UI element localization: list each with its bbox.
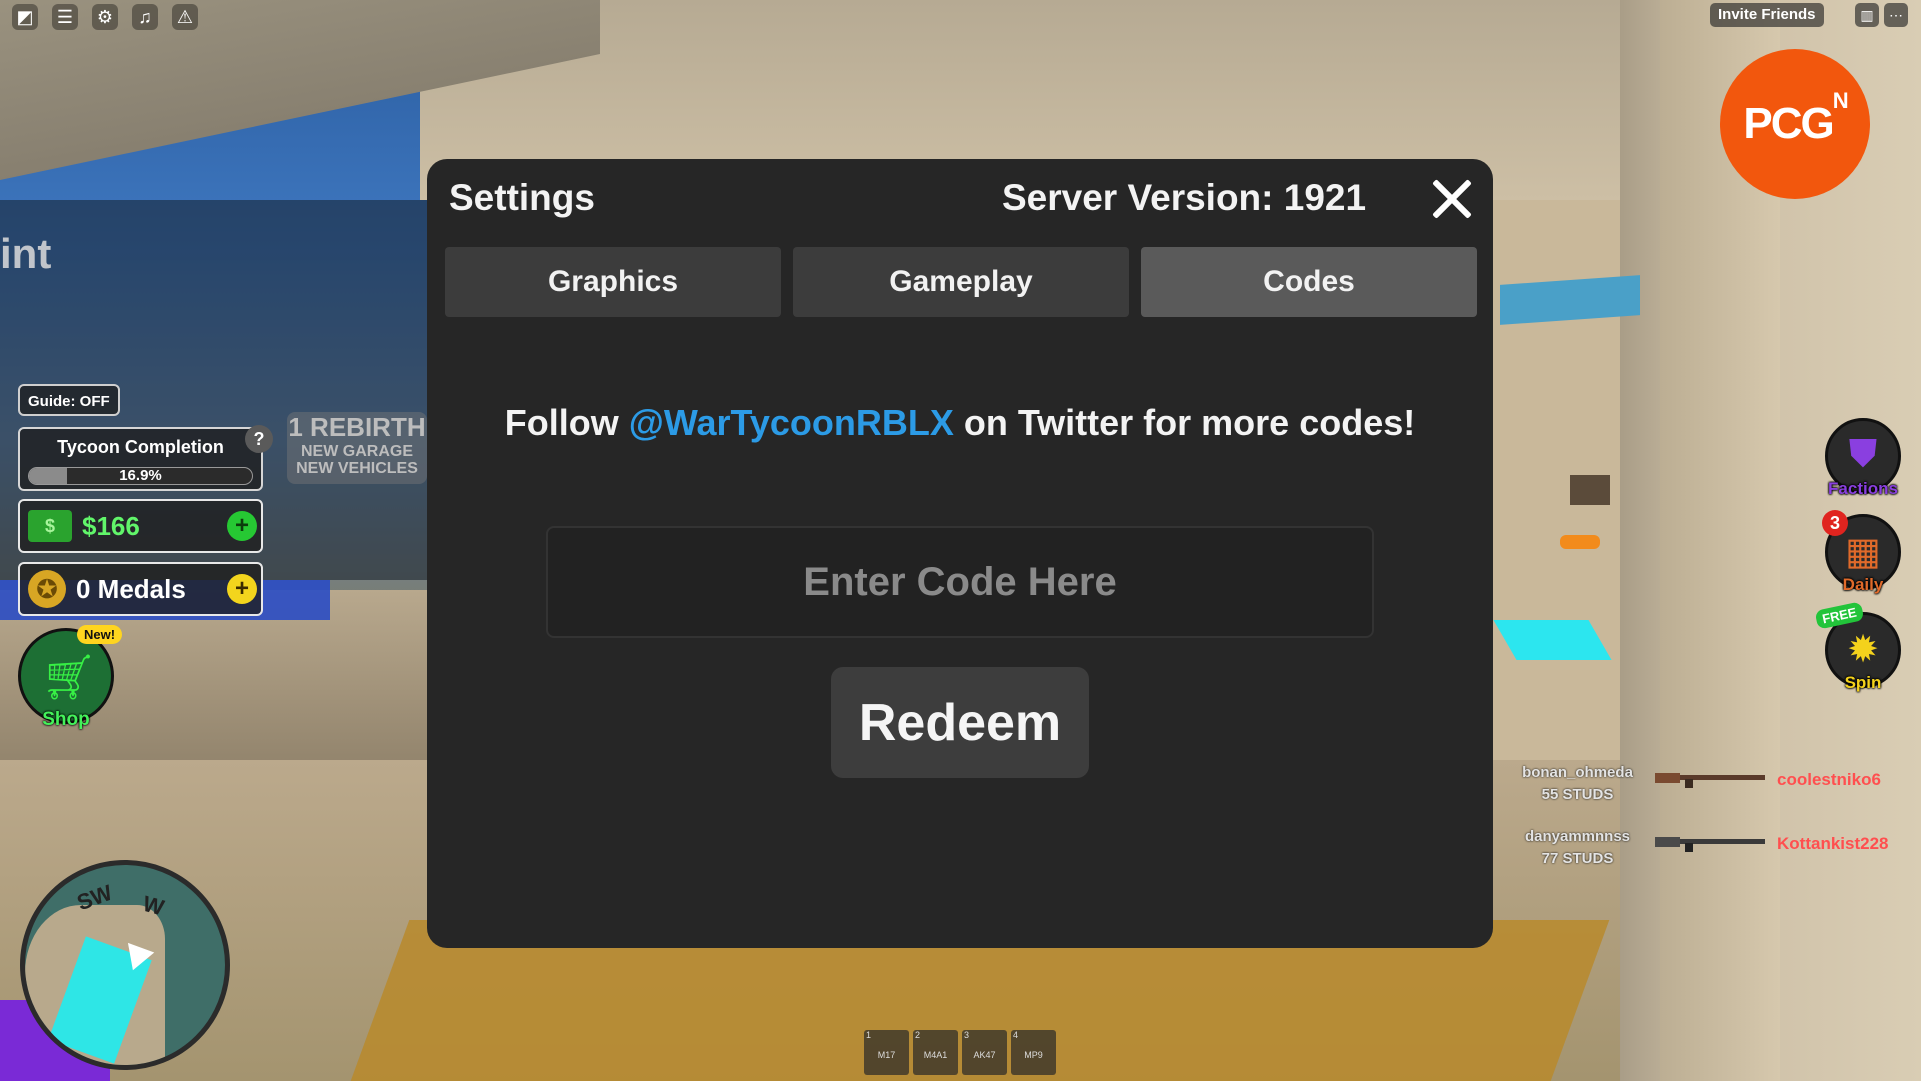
- rifle-icon: [1655, 773, 1765, 788]
- dialog-title: Settings: [449, 177, 595, 218]
- compass-w: W: [140, 890, 167, 921]
- medals-value: 0 Medals: [76, 573, 186, 604]
- buy-cash-button[interactable]: +: [227, 511, 257, 541]
- spin-label: Spin: [1844, 673, 1882, 692]
- slot-weapon: M4A1: [923, 1050, 948, 1060]
- rebirth-title: 1 REBIRTH: [288, 412, 426, 442]
- twitter-handle-link[interactable]: @WarTycoonRBLX: [629, 402, 954, 443]
- code-input[interactable]: [546, 526, 1374, 638]
- slot-number: 2: [915, 1030, 921, 1040]
- music-note-icon[interactable]: ♫: [132, 4, 158, 30]
- tab-gameplay[interactable]: Gameplay: [793, 247, 1129, 317]
- tab-codes[interactable]: Codes: [1141, 247, 1477, 317]
- spin-wheel-icon: ✹: [1847, 629, 1879, 671]
- cash-value: $166: [82, 510, 140, 541]
- rebirth-line-3: NEW VEHICLES: [296, 460, 418, 477]
- shop-button[interactable]: 🛒︎ New! Shop: [18, 625, 123, 730]
- victim-name: coolestniko6: [1777, 770, 1881, 789]
- cash-icon: $: [28, 510, 72, 542]
- killfeed-entry: danyammnnss 77 STUDS Kottankist228: [1515, 826, 1910, 876]
- victim-name: Kottankist228: [1777, 834, 1889, 853]
- killer-name: danyammnnss 77 STUDS: [1524, 828, 1631, 867]
- factions-label: Factions: [1828, 479, 1898, 498]
- slot-weapon: M17: [877, 1050, 896, 1060]
- chat-icon[interactable]: ☰: [52, 4, 78, 30]
- world-sign-text: int: [0, 230, 52, 277]
- slot-number: 3: [964, 1030, 970, 1040]
- more-options-icon[interactable]: ⋯: [1884, 3, 1908, 27]
- redeem-button[interactable]: Redeem: [831, 667, 1089, 778]
- medals-display: ✪ 0 Medals +: [18, 562, 263, 616]
- weapon-hotbar: 1 M17 2 M4A1 3 AK47 4 MP9: [864, 1030, 1056, 1075]
- daily-count-badge: 3: [1822, 510, 1848, 536]
- tycoon-completion-panel: Tycoon Completion 16.9%: [18, 427, 263, 491]
- hotbar-slot[interactable]: 1 M17: [864, 1030, 909, 1075]
- help-button[interactable]: ?: [245, 425, 273, 453]
- slot-weapon: AK47: [973, 1050, 996, 1060]
- guide-toggle-button[interactable]: Guide: OFF: [18, 384, 120, 416]
- factions-shield-icon: ⛊: [1848, 433, 1878, 475]
- tycoon-progress-percent: 16.9%: [119, 467, 162, 484]
- killfeed-entry: bonan_ohmeda 55 STUDS coolestniko6: [1515, 762, 1910, 812]
- settings-dialog: Settings Server Version: 1921 Graphics G…: [427, 159, 1493, 948]
- buy-medals-button[interactable]: +: [227, 574, 257, 604]
- top-toolbar: ◩ ☰ ⚙ ♫ ⚠: [12, 4, 198, 30]
- leaderboard-icon[interactable]: ▥: [1855, 3, 1879, 27]
- rifle-icon: [1655, 837, 1765, 852]
- slot-number: 4: [1013, 1030, 1019, 1040]
- close-icon[interactable]: [1423, 171, 1479, 227]
- wall-sign: [1570, 475, 1610, 505]
- tycoon-progress-bar: 16.9%: [28, 467, 253, 485]
- roblox-menu-icon[interactable]: ◩: [12, 4, 38, 30]
- tycoon-completion-title: Tycoon Completion: [57, 437, 224, 457]
- watermark-text: PCGN: [1743, 88, 1848, 148]
- hotbar-slot[interactable]: 3 AK47: [962, 1030, 1007, 1075]
- hotbar-slot[interactable]: 4 MP9: [1011, 1030, 1056, 1075]
- new-badge: New!: [77, 625, 123, 644]
- follow-message: Follow @WarTycoonRBLX on Twitter for mor…: [504, 402, 1416, 443]
- warning-icon[interactable]: ⚠: [172, 4, 198, 30]
- slot-number: 1: [866, 1030, 872, 1040]
- shop-label: Shop: [42, 709, 90, 730]
- factions-button[interactable]: ⛊ Factions: [1825, 418, 1901, 498]
- shopping-cart-icon: 🛒︎: [41, 653, 97, 702]
- hotbar-slot[interactable]: 2 M4A1: [913, 1030, 958, 1075]
- orange-light: [1560, 535, 1600, 549]
- pcgn-watermark-logo: PCGN: [1720, 49, 1870, 199]
- teal-strip: [1500, 275, 1640, 325]
- rebirth-line-2: NEW GARAGE: [301, 443, 413, 460]
- settings-gear-icon[interactable]: ⚙: [92, 4, 118, 30]
- settings-tabs: Graphics Gameplay Codes: [445, 247, 1477, 317]
- cash-display: $ $166 +: [18, 499, 263, 553]
- tab-graphics[interactable]: Graphics: [445, 247, 781, 317]
- invite-friends-button[interactable]: Invite Friends: [1710, 3, 1824, 27]
- daily-label: Daily: [1842, 575, 1884, 594]
- server-version: Server Version: 1921: [1002, 177, 1367, 218]
- calendar-icon: ▦: [1845, 531, 1881, 573]
- rebirth-board: 1 REBIRTH NEW GARAGE NEW VEHICLES: [287, 412, 427, 484]
- minimap: SW W: [20, 860, 230, 1070]
- killer-name: bonan_ohmeda 55 STUDS: [1522, 764, 1633, 803]
- cyan-floor-pad: [1493, 620, 1612, 660]
- slot-weapon: MP9: [1024, 1050, 1043, 1060]
- medal-icon: ✪: [28, 570, 66, 608]
